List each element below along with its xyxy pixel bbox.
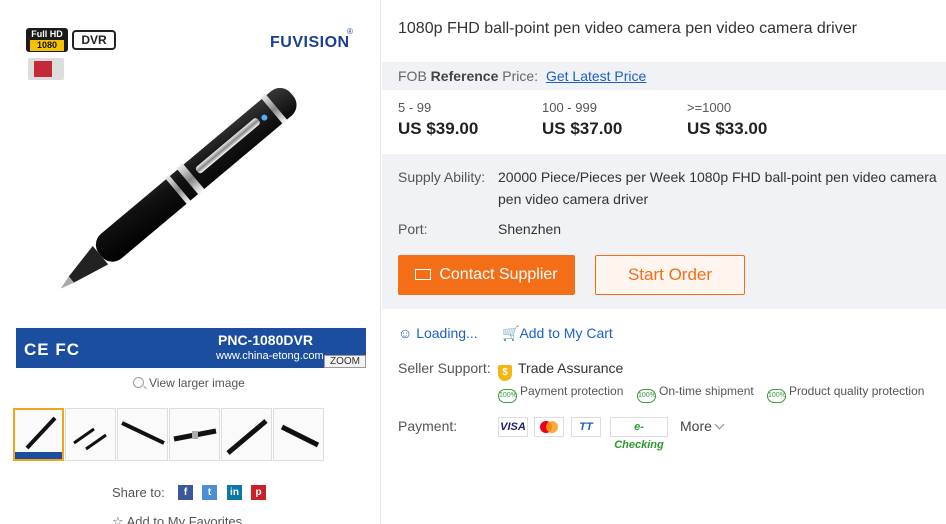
- guarantee-badge-icon: 100%: [498, 389, 517, 403]
- tier-price: US $39.00: [398, 119, 479, 138]
- thumbnail-image: [173, 428, 217, 442]
- guarantee-item: 100% On-time shipment: [637, 384, 754, 403]
- product-details: 1080p FHD ball-point pen video camera pe…: [382, 0, 946, 524]
- linkedin-icon[interactable]: in: [227, 485, 242, 500]
- guarantee-label: Product quality protection: [789, 384, 925, 398]
- port-value: Shenzhen: [498, 221, 562, 237]
- thumbnail-strip: [13, 408, 326, 461]
- tier-range: 100 - 999: [542, 100, 597, 115]
- more-label: More: [680, 418, 712, 434]
- facebook-icon[interactable]: f: [178, 485, 193, 500]
- seller-support-label: Seller Support:: [398, 360, 491, 376]
- thumbnail-4[interactable]: [169, 408, 220, 461]
- twitter-icon[interactable]: t: [202, 485, 217, 500]
- chevron-down-icon: [714, 419, 725, 430]
- magnifier-icon: [133, 377, 144, 388]
- cart-icon: 🛒: [502, 325, 520, 341]
- supply-ability-value: 20000 Piece/Pieces per Week 1080p FHD ba…: [498, 169, 937, 207]
- add-to-cart-label: Add to My Cart: [519, 325, 613, 341]
- guarantee-badge-icon: 100%: [767, 389, 786, 403]
- thumbnail-image: [73, 427, 107, 451]
- guarantee-label: On-time shipment: [659, 384, 754, 398]
- certification-marks: CE FC: [24, 340, 80, 359]
- website-text: www.china-etong.com: [216, 350, 324, 362]
- main-product-image[interactable]: Full HD 1080 DVR FUVISION ® CE FC PNC-10…: [16, 16, 366, 368]
- envelope-icon: [415, 269, 432, 280]
- payment-label: Payment:: [398, 418, 458, 434]
- chat-icon: ☺: [398, 325, 413, 341]
- guarantee-item: 100% Payment protection: [498, 384, 623, 403]
- visa-icon: VISA: [498, 417, 528, 437]
- favorites-label: Add to My Favorites: [126, 514, 243, 524]
- thumbnail-image: [226, 419, 268, 455]
- price-tier: >=1000 US $33.00: [687, 100, 767, 139]
- supply-info-panel: Supply Ability: 20000 Piece/Pieces per W…: [382, 154, 946, 309]
- tier-range: >=1000: [687, 100, 732, 115]
- trade-assurance-link[interactable]: $ Trade Assurance: [498, 360, 623, 381]
- thumbnail-image: [280, 424, 320, 448]
- model-number: PNC-1080DVR: [218, 332, 313, 348]
- product-gallery: Full HD 1080 DVR FUVISION ® CE FC PNC-10…: [0, 0, 381, 524]
- thumbnail-image: [15, 416, 62, 459]
- view-larger-label: View larger image: [149, 376, 245, 390]
- thumbnail-1[interactable]: [13, 408, 64, 461]
- chat-loading-link[interactable]: ☺ Loading...: [398, 325, 478, 341]
- e-checking-icon: e-Checking: [610, 417, 668, 451]
- mastercard-logo: [540, 421, 558, 433]
- fob-suffix: Price:: [502, 68, 539, 84]
- fob-reference: Reference: [430, 68, 499, 84]
- thumbnail-3[interactable]: [117, 408, 168, 461]
- guarantee-badge-icon: 100%: [637, 389, 656, 403]
- contact-supplier-label: Contact Supplier: [439, 266, 558, 283]
- thumbnail-2[interactable]: [65, 408, 116, 461]
- supply-ability-label: Supply Ability:: [398, 169, 486, 185]
- share-label: Share to:: [112, 485, 165, 500]
- product-title: 1080p FHD ball-point pen video camera pe…: [398, 20, 857, 37]
- fob-prefix: FOB: [398, 68, 427, 84]
- thumbnail-image: [121, 421, 165, 445]
- trade-assurance-shield-icon: $: [498, 365, 512, 381]
- thumbnail-6[interactable]: [273, 408, 324, 461]
- thumbnail-5[interactable]: [221, 408, 272, 461]
- guarantee-label: Payment protection: [520, 384, 624, 398]
- loading-label: Loading...: [416, 325, 478, 341]
- pinterest-icon[interactable]: p: [251, 485, 266, 500]
- mastercard-icon: [534, 417, 564, 437]
- pen-camera-image: [60, 87, 297, 289]
- telegraphic-transfer-icon: TT: [571, 417, 601, 437]
- port-label: Port:: [398, 221, 428, 237]
- tier-range: 5 - 99: [398, 100, 432, 115]
- zoom-button[interactable]: ZOOM: [324, 355, 366, 368]
- contact-supplier-button[interactable]: Contact Supplier: [398, 255, 575, 295]
- price-tiers: 5 - 99 US $39.00 100 - 999 US $37.00 >=1…: [382, 90, 946, 154]
- fob-price-bar: FOB Reference Price: Get Latest Price: [382, 62, 946, 90]
- get-latest-price-link[interactable]: Get Latest Price: [546, 68, 646, 84]
- tier-price: US $33.00: [687, 119, 768, 138]
- tier-price: US $37.00: [542, 119, 623, 138]
- price-tier: 100 - 999 US $37.00: [542, 100, 622, 139]
- view-larger-link[interactable]: View larger image: [133, 376, 245, 390]
- guarantee-item: 100% Product quality protection: [767, 384, 924, 403]
- more-payment-dropdown[interactable]: More: [680, 418, 725, 434]
- add-to-favorites-link[interactable]: ☆ Add to My Favorites: [112, 514, 242, 524]
- product-banner: CE FC PNC-1080DVR www.china-etong.com: [16, 328, 366, 368]
- add-to-cart-link[interactable]: 🛒Add to My Cart: [502, 325, 613, 342]
- start-order-button[interactable]: Start Order: [595, 255, 745, 295]
- price-tier: 5 - 99 US $39.00: [398, 100, 478, 139]
- trade-assurance-label: Trade Assurance: [518, 360, 624, 376]
